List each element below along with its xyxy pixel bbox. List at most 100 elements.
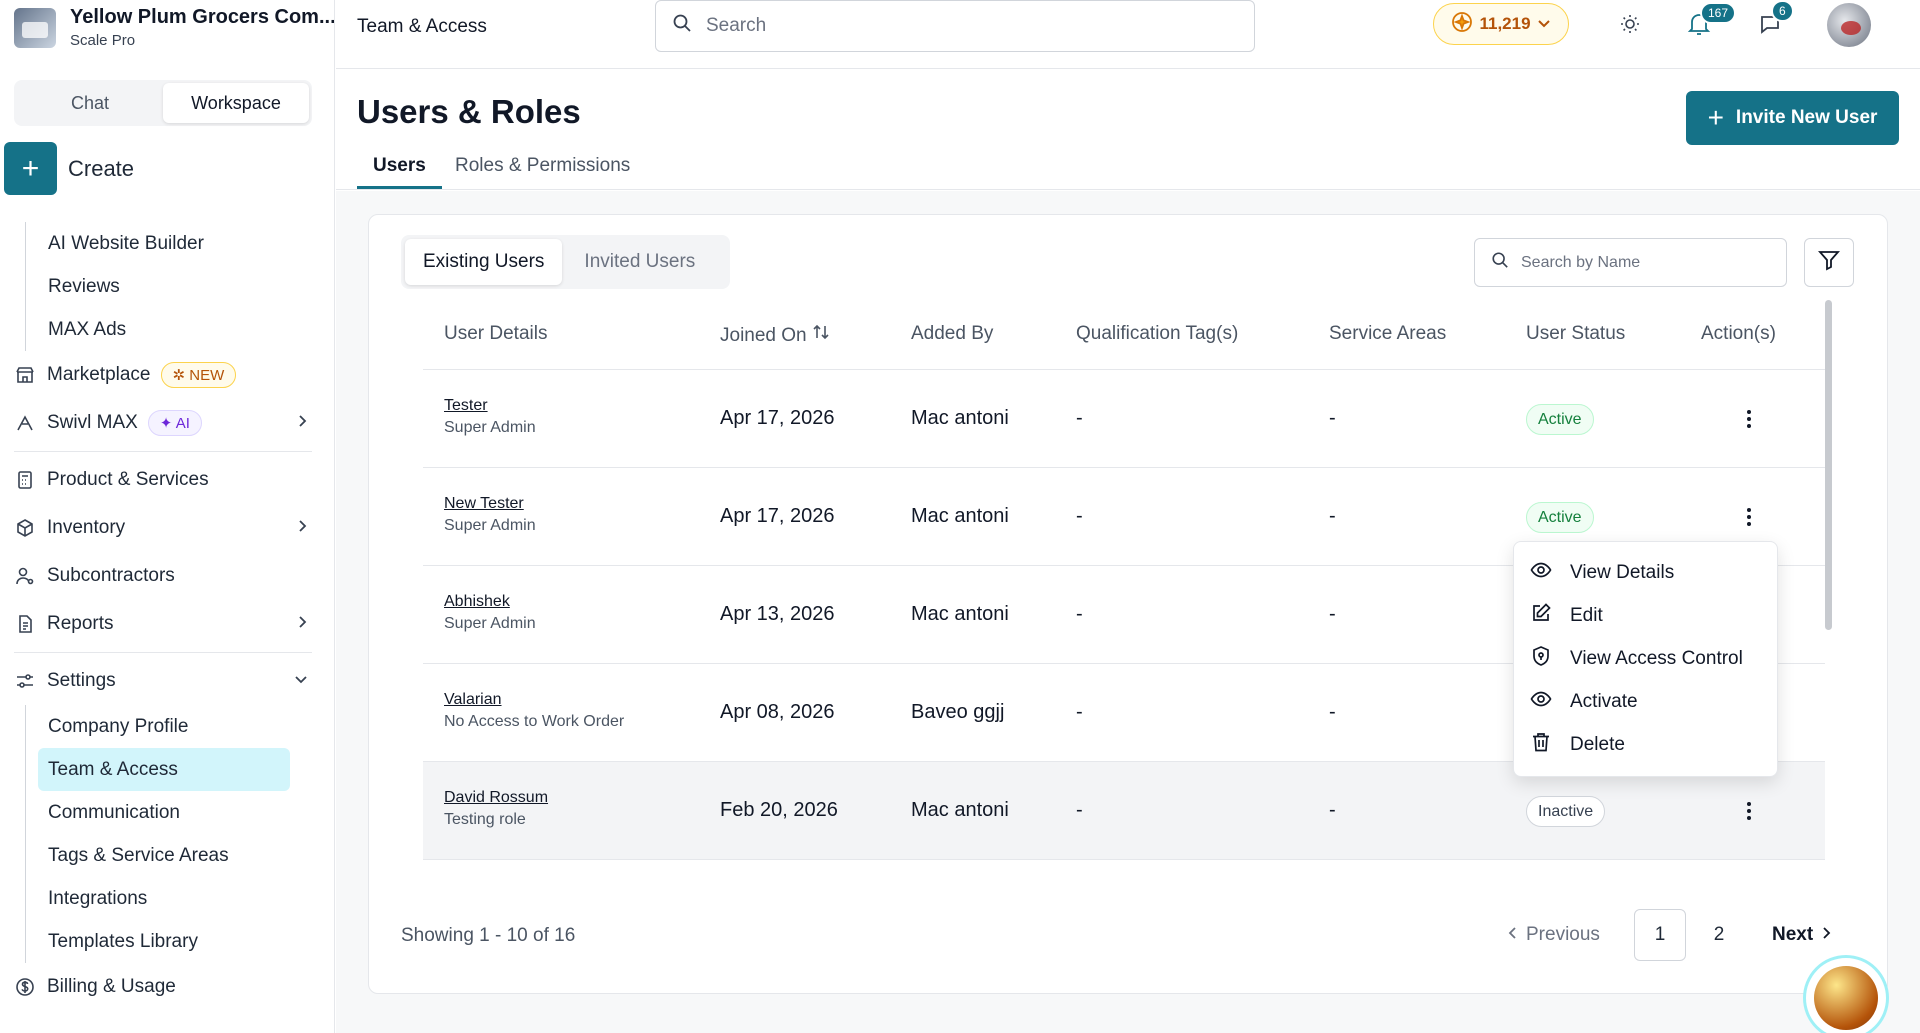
chevron-right-icon [296,412,308,434]
search-by-name-input[interactable]: Search by Name [1474,238,1787,287]
user-name-link[interactable]: Tester [444,397,488,415]
chevron-down-icon [1537,14,1551,34]
sidebar-item-label: Reports [47,613,114,634]
menu-item-edit[interactable]: Edit [1514,594,1777,637]
user-name-link[interactable]: Valarian [444,691,502,709]
sidebar-item-reviews[interactable]: Reviews [0,265,334,308]
menu-item-view-details[interactable]: View Details [1514,551,1777,594]
theme-toggle-button[interactable] [1615,12,1645,42]
service-areas: - [1329,603,1336,625]
create-button[interactable]: + Create [4,142,134,195]
sidebar-item-integrations[interactable]: Integrations [0,877,334,920]
messages-count: 6 [1771,0,1794,22]
sidebar-item-ai-website-builder[interactable]: AI Website Builder [0,222,334,265]
next-label: Next [1772,924,1814,945]
sidebar-item-billing[interactable]: Billing & Usage [0,963,334,1011]
sidebar-item-settings[interactable]: Settings [0,657,334,705]
sidebar-item-max-ads[interactable]: MAX Ads [0,308,334,351]
tab-chat[interactable]: Chat [17,83,163,123]
tab-existing-users[interactable]: Existing Users [405,239,563,285]
invite-new-user-button[interactable]: + Invite New User [1686,91,1899,145]
menu-item-delete[interactable]: Delete [1514,723,1777,766]
tab-workspace[interactable]: Workspace [163,83,309,123]
assistant-bot-button[interactable] [1803,955,1889,1033]
added-by: Baveo ggjj [911,701,1005,723]
tab-roles-permissions[interactable]: Roles & Permissions [455,155,630,177]
chevron-right-icon [296,613,308,635]
user-type-switch: Existing Users Invited Users [401,235,730,289]
pagination-summary: Showing 1 - 10 of 16 [401,925,576,946]
page-title: Users & Roles [357,93,581,130]
column-header-joined-on[interactable]: Joined On [720,323,830,347]
sidebar-item-marketplace[interactable]: Marketplace ✲ NEW [0,351,334,399]
top-bar: Team & Access Search 11,219 167 6 [336,0,1920,69]
user-name-link[interactable]: Abhishek [444,593,510,611]
filter-button[interactable] [1804,238,1854,287]
column-header-added-by: Added By [911,323,994,344]
breadcrumb: Team & Access [357,16,487,37]
column-header-qualification-tags: Qualification Tag(s) [1076,323,1239,344]
sidebar-item-label: Subcontractors [47,565,175,586]
org-logo [14,7,56,48]
sidebar-item-company-profile[interactable]: Company Profile [0,705,334,748]
bot-avatar-icon [1814,966,1878,1030]
user-name-link[interactable]: David Rossum [444,789,548,807]
sidebar-item-inventory[interactable]: Inventory [0,504,334,552]
org-switcher[interactable]: Yellow Plum Grocers Com... Scale Pro [14,6,334,49]
sidebar-item-label: Swivl MAX [47,412,138,433]
page-2-button[interactable]: 2 [1693,909,1745,961]
menu-item-view-access-control[interactable]: View Access Control [1514,637,1777,680]
sidebar-item-team-access[interactable]: Team & Access [38,748,290,791]
avatar[interactable] [1827,3,1871,47]
menu-item-label: View Access Control [1570,647,1743,669]
shield-icon [1530,645,1552,673]
row-divider [423,859,1825,860]
status-badge: Inactive [1526,796,1606,827]
edit-icon [1530,602,1552,630]
page-1-button[interactable]: 1 [1634,909,1686,961]
page-tabs: Users Roles & Permissions [336,148,1920,190]
menu-item-activate[interactable]: Activate [1514,680,1777,723]
user-gear-icon [14,565,36,587]
filter-icon [1817,248,1841,278]
sidebar-item-swivl-max[interactable]: Swivl MAX ✦ AI [0,399,334,447]
sidebar-item-tags-service-areas[interactable]: Tags & Service Areas [0,834,334,877]
previous-page-button[interactable]: Previous [1508,909,1600,961]
joined-date: Apr 17, 2026 [720,505,835,527]
search-placeholder: Search by Name [1521,253,1641,271]
more-actions-icon[interactable] [1739,502,1759,532]
chevron-left-icon [1508,924,1518,946]
service-areas: - [1329,701,1336,723]
menu-item-label: Delete [1570,733,1625,755]
notifications-button[interactable]: 167 [1684,2,1737,42]
added-by: Mac antoni [911,799,1009,821]
divider [14,451,312,452]
sidebar-item-communication[interactable]: Communication [0,791,334,834]
joined-date: Apr 13, 2026 [720,603,835,625]
menu-item-label: Activate [1570,690,1638,712]
sidebar-item-templates-library[interactable]: Templates Library [0,920,334,963]
divider [14,652,312,653]
messages-button[interactable]: 6 [1755,0,1794,42]
coins-balance[interactable]: 11,219 [1433,3,1569,45]
column-header-user-status: User Status [1526,323,1626,344]
sidebar-item-label: Product & Services [47,469,209,490]
tab-users[interactable]: Users [357,155,442,189]
tab-invited-users[interactable]: Invited Users [566,239,713,285]
more-actions-icon[interactable] [1739,796,1759,826]
sidebar-item-product-services[interactable]: Product & Services [0,456,334,504]
added-by: Mac antoni [911,505,1009,527]
swivl-icon [14,412,36,434]
global-search-input[interactable]: Search [655,0,1255,52]
table-scrollbar[interactable] [1825,300,1832,630]
more-actions-icon[interactable] [1739,404,1759,434]
sidebar-item-subcontractors[interactable]: Subcontractors [0,552,334,600]
sidebar-item-label: Billing & Usage [47,976,176,997]
search-placeholder: Search [706,15,767,36]
service-areas: - [1329,407,1336,429]
next-page-button[interactable]: Next [1772,909,1831,961]
column-label: Joined On [720,325,807,346]
create-label: Create [68,155,135,181]
user-name-link[interactable]: New Tester [444,495,524,513]
sidebar-item-reports[interactable]: Reports [0,600,334,648]
